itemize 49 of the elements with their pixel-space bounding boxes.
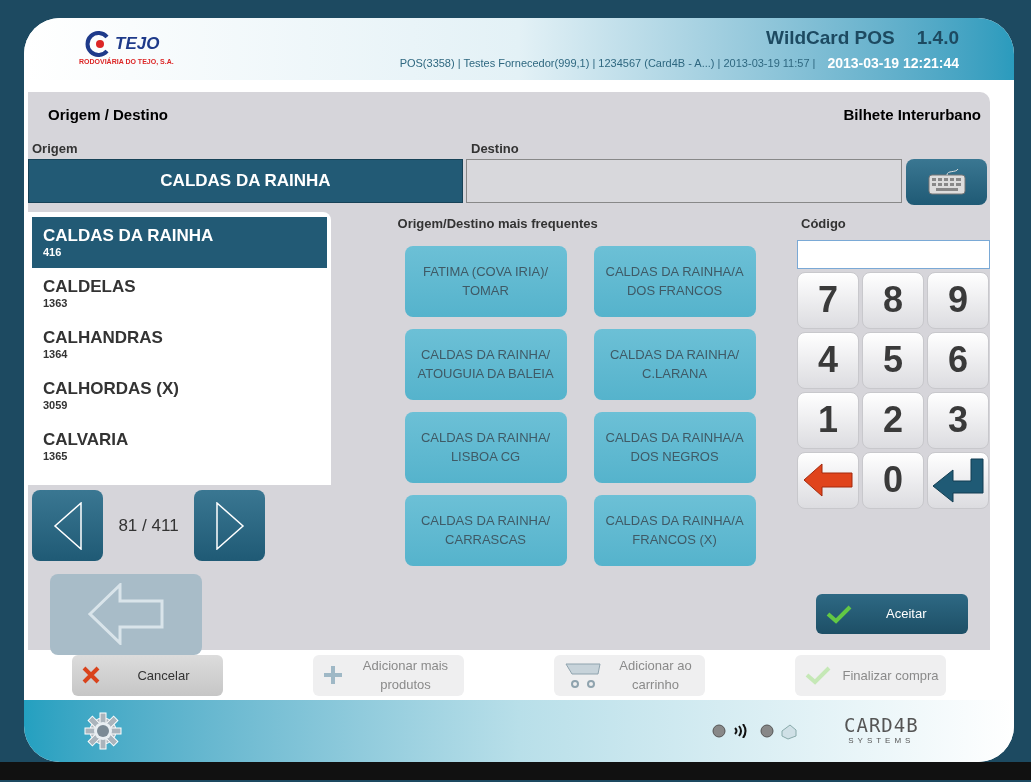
digit-key[interactable]: 4	[797, 331, 859, 389]
checkmark-icon	[826, 604, 852, 624]
digit-key[interactable]: 2	[862, 391, 924, 449]
digit-key[interactable]: 9	[927, 271, 989, 329]
digit-key[interactable]: 8	[862, 271, 924, 329]
enter-arrow-icon	[931, 457, 985, 503]
left-arrow-icon	[88, 583, 164, 645]
digit-key[interactable]: 3	[927, 391, 989, 449]
cancel-button[interactable]: Cancelar	[72, 654, 223, 696]
digit-key[interactable]: 6	[927, 331, 989, 389]
frequent-title: Origem/Destino mais frequentes	[397, 215, 599, 233]
ticket-type: Bilhete Interurbano	[843, 105, 981, 125]
clock-text: 2013-03-19 12:21:44	[827, 53, 959, 73]
enter-key[interactable]	[927, 451, 989, 509]
location-item[interactable]: CALDAS DA RAINHA 416	[32, 217, 327, 268]
accept-button[interactable]: Aceitar	[816, 594, 968, 634]
destino-label: Destino	[471, 139, 519, 158]
keyboard-button[interactable]	[906, 159, 987, 205]
status-light-icon	[712, 724, 726, 738]
codigo-field[interactable]	[797, 239, 990, 269]
checkmark-icon	[805, 665, 831, 685]
close-icon	[82, 666, 100, 684]
logo-icon	[85, 30, 111, 57]
page-counter: 81 / 411	[117, 514, 180, 537]
brand-logo-text: CARD4B	[844, 715, 919, 735]
origem-label: Origem	[32, 139, 79, 158]
left-arrow-icon	[802, 462, 854, 498]
previous-button[interactable]	[32, 490, 103, 561]
app-title: WildCard POS	[766, 26, 895, 51]
logo-text: TEJO	[115, 33, 160, 55]
cart-icon	[564, 660, 602, 690]
digit-key[interactable]: 0	[862, 451, 924, 509]
origem-field[interactable]: CALDAS DA RAINHA	[28, 159, 463, 203]
session-info: POS(3358) | Testes Fornecedor(999,1) | 1234567 (Card4B - A...) | 2013-03-19 11:57 |	[399, 56, 816, 71]
panel-title: Origem / Destino	[48, 105, 169, 125]
destino-field[interactable]	[466, 159, 902, 203]
digit-key[interactable]: 1	[797, 391, 859, 449]
digit-key[interactable]: 7	[797, 271, 859, 329]
next-button[interactable]	[194, 490, 265, 561]
digit-key[interactable]: 5	[862, 331, 924, 389]
right-triangle-icon	[214, 501, 245, 550]
keyboard-icon	[927, 169, 966, 195]
left-triangle-icon	[52, 501, 83, 550]
plus-icon	[323, 665, 343, 685]
brand-tagline: SYSTEMS	[848, 734, 915, 747]
backspace-key[interactable]	[797, 451, 859, 509]
codigo-label: Código	[801, 215, 847, 233]
status-light-icon	[760, 724, 774, 738]
version-text: 1.4.0	[916, 26, 959, 51]
